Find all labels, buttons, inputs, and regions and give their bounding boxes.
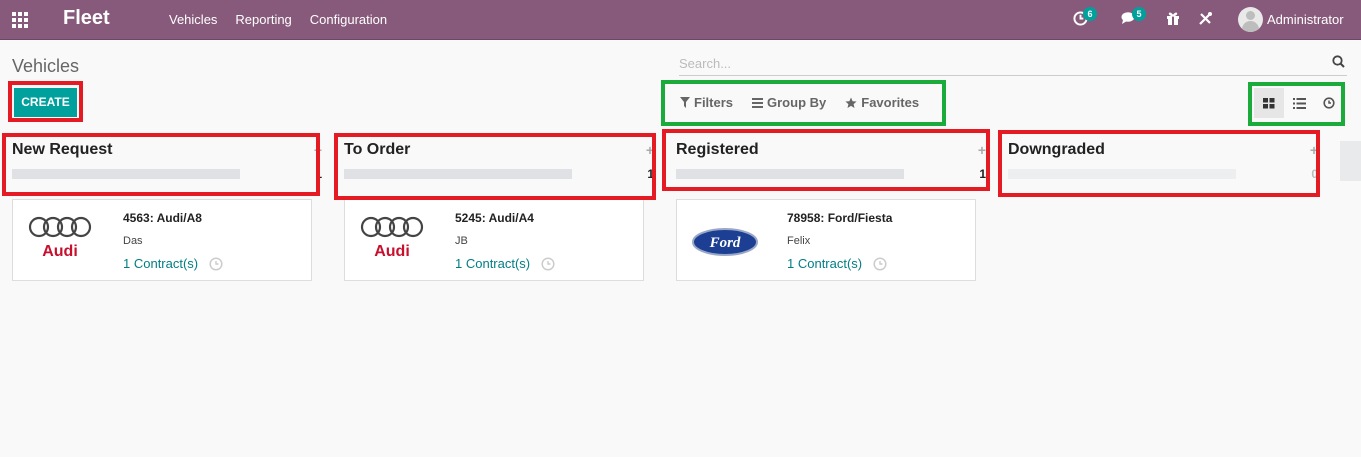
activity-clock-icon[interactable] [541, 257, 555, 274]
contracts-link[interactable]: 1 Contract(s) [123, 256, 198, 271]
activity-badge: 6 [1083, 7, 1097, 21]
vehicle-name: 4563: Audi/A8 [123, 211, 202, 225]
breadcrumb: Vehicles [12, 56, 80, 76]
activity-clock-icon[interactable] [209, 257, 223, 274]
highlight-search-options [661, 80, 946, 126]
add-column-button[interactable] [1340, 141, 1361, 181]
vehicle-driver: JB [455, 235, 468, 247]
highlight-view-switcher [1248, 82, 1345, 126]
highlight-column-header [998, 130, 1320, 197]
user-avatar[interactable] [1238, 7, 1263, 32]
vehicle-card[interactable]: Audi 4563: Audi/A8 Das 1 Contract(s) [12, 199, 312, 281]
tools-icon [1199, 12, 1212, 25]
menu-item-configuration[interactable]: Configuration [301, 12, 396, 27]
highlight-create [8, 81, 83, 122]
vehicle-card[interactable]: Ford 78958: Ford/Fiesta Felix 1 Contract… [676, 199, 976, 281]
gift-button[interactable] [1166, 11, 1180, 29]
audi-logo: Audi [25, 214, 97, 262]
highlight-column-header [2, 133, 320, 196]
top-navbar: Fleet Vehicles Reporting Configuration 6… [0, 0, 1361, 40]
messages-button[interactable]: 5 [1121, 7, 1146, 29]
messages-badge: 5 [1132, 7, 1146, 21]
search-input[interactable] [679, 52, 1319, 74]
svg-text:Ford: Ford [709, 235, 741, 251]
vehicle-driver: Felix [787, 235, 811, 247]
vehicle-card[interactable]: Audi 5245: Audi/A4 JB 1 Contract(s) [344, 199, 644, 281]
menu-item-vehicles[interactable]: Vehicles [160, 12, 226, 27]
svg-text:Audi: Audi [42, 243, 78, 260]
vehicle-name: 78958: Ford/Fiesta [787, 211, 893, 225]
debug-tools-button[interactable] [1198, 11, 1213, 29]
user-name[interactable]: Administrator [1267, 12, 1344, 27]
activity-button[interactable]: 6 [1073, 7, 1097, 29]
main-menu: Vehicles Reporting Configuration [160, 12, 396, 27]
highlight-column-header [334, 133, 656, 200]
highlight-column-header [662, 129, 990, 191]
svg-text:Audi: Audi [374, 243, 410, 260]
search-icon[interactable] [1332, 55, 1345, 71]
search-bar [679, 52, 1347, 76]
contracts-link[interactable]: 1 Contract(s) [787, 256, 862, 271]
apps-menu-icon[interactable] [12, 12, 28, 28]
ford-logo: Ford [689, 214, 761, 262]
activity-clock-icon[interactable] [873, 257, 887, 274]
contracts-link[interactable]: 1 Contract(s) [455, 256, 530, 271]
menu-item-reporting[interactable]: Reporting [226, 12, 300, 27]
vehicle-driver: Das [123, 235, 143, 247]
audi-logo: Audi [357, 214, 429, 262]
app-name: Fleet [63, 7, 110, 29]
vehicle-name: 5245: Audi/A4 [455, 211, 534, 225]
gift-icon [1167, 12, 1179, 25]
